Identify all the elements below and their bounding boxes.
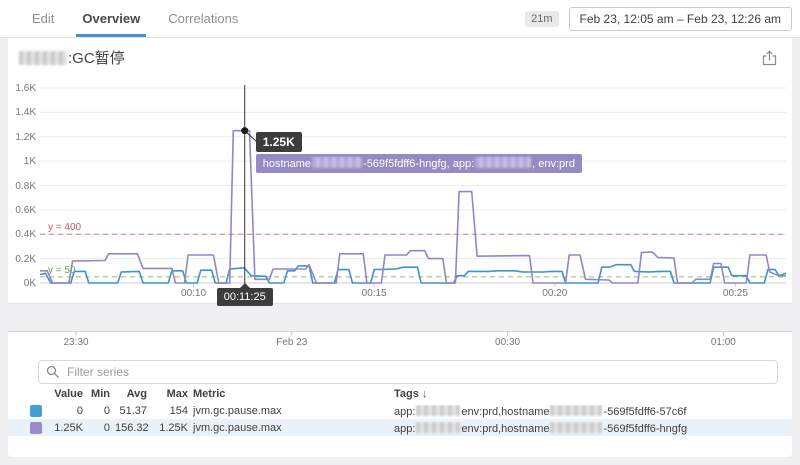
cell-max: 1.25K xyxy=(152,422,188,434)
cell-avg: 51.37 xyxy=(115,405,147,417)
cell-tags: app:env:prd,hostname-569f5fdff6-hngfg xyxy=(394,422,778,435)
series-swatch xyxy=(30,405,42,417)
tab-bar: Edit Overview Correlations xyxy=(0,0,252,37)
col-value: Value xyxy=(47,388,83,400)
filter-series-input[interactable] xyxy=(38,360,778,384)
table-header-row: Value Min Avg Max Metric Tags ↓ xyxy=(8,385,792,402)
hover-value-badge: 1.25K xyxy=(256,132,302,152)
hover-time-badge: 00:11:25 xyxy=(217,288,273,306)
series-table: Value Min Avg Max Metric Tags ↓ 0 0 51.3… xyxy=(8,385,792,436)
cell-metric: jvm.gc.pause.max xyxy=(193,405,389,417)
filter-series-wrap xyxy=(38,360,778,384)
cell-tags: app:env:prd,hostname-569f5fdff6-57c6f xyxy=(394,405,778,418)
timeline-minimap[interactable] xyxy=(8,303,792,331)
graph-card: :GC暂停 0K0.2K0.4K0.6K0.8K1K1.2K1.4K1.6K00… xyxy=(8,38,792,457)
sort-desc-icon: ↓ xyxy=(422,388,428,400)
cell-max: 154 xyxy=(152,405,188,417)
time-range-picker[interactable]: Feb 23, 12:05 am – Feb 23, 12:26 am xyxy=(569,7,792,31)
table-row[interactable]: 0 0 51.37 154 jvm.gc.pause.max app:env:p… xyxy=(8,402,792,419)
tab-overview[interactable]: Overview xyxy=(68,0,154,37)
table-row[interactable]: 1.25K 0 156.32 1.25K jvm.gc.pause.max ap… xyxy=(8,419,792,436)
col-min: Min xyxy=(88,388,110,400)
hover-series-badge: hostname-569f5fdff6-hngfg, app:, env:prd xyxy=(256,154,582,173)
cell-min: 0 xyxy=(88,405,110,417)
cell-avg: 156.32 xyxy=(115,422,147,434)
col-tags[interactable]: Tags ↓ xyxy=(394,388,778,400)
cell-value: 1.25K xyxy=(47,422,83,434)
tab-correlations[interactable]: Correlations xyxy=(154,0,252,37)
series-swatch xyxy=(30,422,42,434)
cell-value: 0 xyxy=(47,405,83,417)
cell-min: 0 xyxy=(88,422,110,434)
col-max: Max xyxy=(152,388,188,400)
cell-metric: jvm.gc.pause.max xyxy=(193,422,389,434)
col-metric: Metric xyxy=(193,388,389,400)
col-avg: Avg xyxy=(115,388,147,400)
tab-edit[interactable]: Edit xyxy=(18,0,68,37)
top-bar: Edit Overview Correlations 21m Feb 23, 1… xyxy=(0,0,800,38)
search-icon xyxy=(46,365,60,379)
duration-badge: 21m xyxy=(525,11,558,27)
